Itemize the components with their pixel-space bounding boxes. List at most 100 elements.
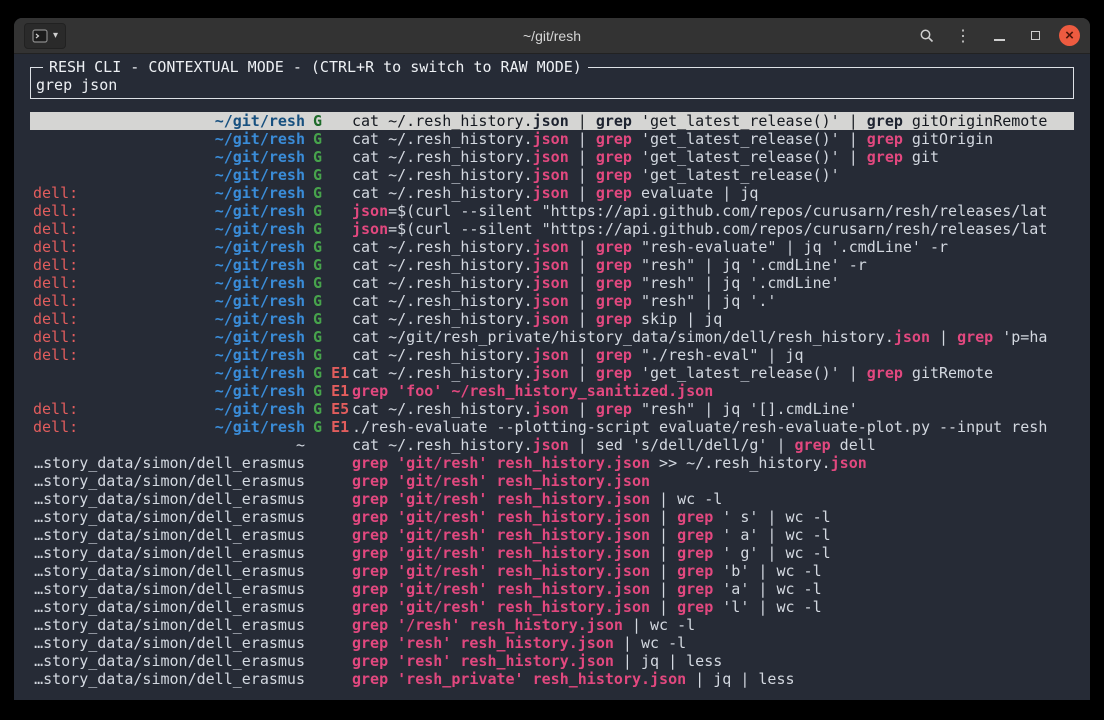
history-row[interactable]: …story_data/simon/dell_erasmusgrep 'resh… xyxy=(30,652,1074,670)
history-row[interactable]: dell:~/git/reshGjson=$(curl --silent "ht… xyxy=(30,202,1074,220)
query-match: json xyxy=(533,292,569,310)
query-match: grep xyxy=(677,580,713,598)
row-context: dell:~/git/resh xyxy=(33,202,305,220)
status-flags xyxy=(305,436,349,454)
host-label: dell: xyxy=(33,256,78,274)
history-row[interactable]: dell:~/git/reshG E5cat ~/.resh_history.j… xyxy=(30,400,1074,418)
minimize-button[interactable] xyxy=(987,24,1011,48)
close-button[interactable]: × xyxy=(1059,25,1080,46)
row-context: ~/git/resh xyxy=(33,382,305,400)
row-context: …story_data/simon/dell_erasmus xyxy=(33,508,305,526)
row-context: …story_data/simon/dell_erasmus xyxy=(33,454,305,472)
status-flags xyxy=(305,562,349,580)
history-row[interactable]: …story_data/simon/dell_erasmus grep 'resh… xyxy=(30,670,1074,688)
directory-label: ~/git/resh xyxy=(215,202,305,220)
restore-icon xyxy=(1031,31,1040,40)
search-query-input[interactable]: grep json xyxy=(36,76,117,94)
directory-label: …story_data/simon/dell_erasmus xyxy=(34,598,305,616)
history-row[interactable]: dell:~/git/reshGcat ~/.resh_history.json… xyxy=(30,310,1074,328)
history-row[interactable]: …story_data/simon/dell_erasmusgrep 'resh… xyxy=(30,634,1074,652)
history-row[interactable]: …story_data/simon/dell_erasmusgrep 'git/… xyxy=(30,544,1074,562)
history-row[interactable]: ~/git/reshGcat ~/.resh_history.json | gr… xyxy=(30,130,1074,148)
menu-button[interactable]: ⋮ xyxy=(951,24,975,48)
history-row[interactable]: dell:~/git/reshG E1./resh-evaluate --plo… xyxy=(30,418,1074,436)
host-label: dell: xyxy=(33,184,78,202)
query-match: grep xyxy=(596,364,632,382)
history-row[interactable]: …story_data/simon/dell_erasmusgrep '/res… xyxy=(30,616,1074,634)
history-row[interactable]: ~/git/resh Gcat ~/.resh_history.json | gr… xyxy=(30,148,1074,166)
query-match: json xyxy=(533,274,569,292)
directory-label: ~/git/resh xyxy=(215,346,305,364)
history-row[interactable]: ~/git/reshG E1cat ~/.resh_history.json |… xyxy=(30,364,1074,382)
query-match: grep xyxy=(867,112,903,130)
history-row[interactable]: …story_data/simon/dell_erasmusgrep 'git/… xyxy=(30,508,1074,526)
history-row[interactable]: dell:~/git/reshGcat ~/.resh_history.json… xyxy=(30,238,1074,256)
history-row[interactable]: …story_data/simon/dell_erasmusgrep 'git/… xyxy=(30,562,1074,580)
command-text: ./resh-evaluate --plotting-script evalua… xyxy=(352,418,1074,436)
restore-button[interactable] xyxy=(1023,24,1047,48)
command-text: cat ~/git/resh_private/history_data/simo… xyxy=(352,328,1074,346)
status-flags: G xyxy=(305,148,349,166)
new-terminal-button[interactable]: ▾ xyxy=(24,23,66,49)
query-match: grep xyxy=(596,274,632,292)
history-row[interactable]: …story_data/simon/dell_erasmusgrep 'git/… xyxy=(30,454,1074,472)
directory-label: …story_data/simon/dell_erasmus xyxy=(34,580,305,598)
query-match: json xyxy=(352,220,388,238)
query-match: grep xyxy=(596,130,632,148)
flag-G: G xyxy=(313,238,322,256)
command-text: grep 'resh' resh_history.json | jq | les… xyxy=(352,652,1074,670)
history-row[interactable]: ~/git/reshGcat ~/.resh_history.json | gr… xyxy=(30,166,1074,184)
row-context: …story_data/simon/dell_erasmus xyxy=(33,562,305,580)
command-text: cat ~/.resh_history.json | grep 'get_lat… xyxy=(352,364,1074,382)
history-row[interactable]: dell:~/git/reshGcat ~/.resh_history.json… xyxy=(30,184,1074,202)
command-text: cat ~/.resh_history.json | grep 'get_lat… xyxy=(352,148,1074,166)
history-row[interactable]: ~/git/reshG E1grep 'foo' ~/resh_history_… xyxy=(30,382,1074,400)
query-match: grep 'git/resh' resh_history.json xyxy=(352,544,650,562)
row-context: …story_data/simon/dell_erasmus xyxy=(33,670,305,688)
history-row[interactable]: …story_data/simon/dell_erasmusgrep 'git/… xyxy=(30,526,1074,544)
history-row[interactable]: dell:~/git/reshGcat ~/.resh_history.json… xyxy=(30,256,1074,274)
command-text: cat ~/.resh_history.json | grep "resh" |… xyxy=(352,400,1074,418)
history-row[interactable]: dell:~/git/reshGcat ~/.resh_history.json… xyxy=(30,346,1074,364)
directory-label: ~/git/resh xyxy=(215,166,305,184)
status-flags xyxy=(305,454,349,472)
row-context: …story_data/simon/dell_erasmus xyxy=(33,634,305,652)
history-row[interactable]: dell:~/git/reshGcat ~/.resh_history.json… xyxy=(30,274,1074,292)
status-flags: G xyxy=(305,166,349,184)
flag-G: G xyxy=(313,112,322,130)
history-row[interactable]: ~cat ~/.resh_history.json | sed 's/dell/… xyxy=(30,436,1074,454)
directory-label: ~/git/resh xyxy=(215,220,305,238)
directory-label: ~/git/resh xyxy=(215,148,305,166)
query-match: grep xyxy=(677,562,713,580)
command-text: cat ~/.resh_history.json | grep 'get_lat… xyxy=(352,112,1074,130)
history-row[interactable]: …story_data/simon/dell_erasmusgrep 'git/… xyxy=(30,490,1074,508)
history-row[interactable]: …story_data/simon/dell_erasmusgrep 'git/… xyxy=(30,598,1074,616)
history-row[interactable]: dell:~/git/reshGcat ~/.resh_history.json… xyxy=(30,292,1074,310)
query-match: grep xyxy=(596,112,632,130)
status-flags: G xyxy=(305,274,349,292)
history-row[interactable]: …story_data/simon/dell_erasmusgrep 'git/… xyxy=(30,580,1074,598)
history-row[interactable]: …story_data/simon/dell_erasmusgrep 'git/… xyxy=(30,472,1074,490)
host-label: dell: xyxy=(33,346,78,364)
history-row[interactable]: dell:~/git/reshGcat ~/git/resh_private/h… xyxy=(30,328,1074,346)
flag-G: G xyxy=(313,148,322,166)
query-match: grep 'git/resh' resh_history.json xyxy=(352,490,650,508)
search-button[interactable] xyxy=(915,24,939,48)
history-row[interactable]: ~/git/reshGcat ~/.resh_history.json | gr… xyxy=(30,112,1074,130)
directory-label: ~/git/resh xyxy=(215,238,305,256)
command-text: grep 'resh_private' resh_history.json | … xyxy=(352,670,1074,688)
directory-label: ~/git/resh xyxy=(215,130,305,148)
status-flags xyxy=(305,616,349,634)
row-context: dell: ~/git/resh xyxy=(33,184,305,202)
directory-label: ~/git/resh xyxy=(215,184,305,202)
status-flags xyxy=(305,580,349,598)
command-text: json=$(curl --silent "https://api.github… xyxy=(352,202,1074,220)
row-context: dell:~/git/resh xyxy=(33,328,305,346)
query-match: json xyxy=(894,328,930,346)
command-text: grep 'git/resh' resh_history.json | grep… xyxy=(352,544,1074,562)
status-flags xyxy=(305,598,349,616)
query-match: json xyxy=(533,112,569,130)
resh-mode-title: RESH CLI - CONTEXTUAL MODE - (CTRL+R to … xyxy=(43,58,588,76)
history-row[interactable]: dell:~/git/reshGjson=$(curl --silent "ht… xyxy=(30,220,1074,238)
row-context: dell:~/git/resh xyxy=(33,292,305,310)
